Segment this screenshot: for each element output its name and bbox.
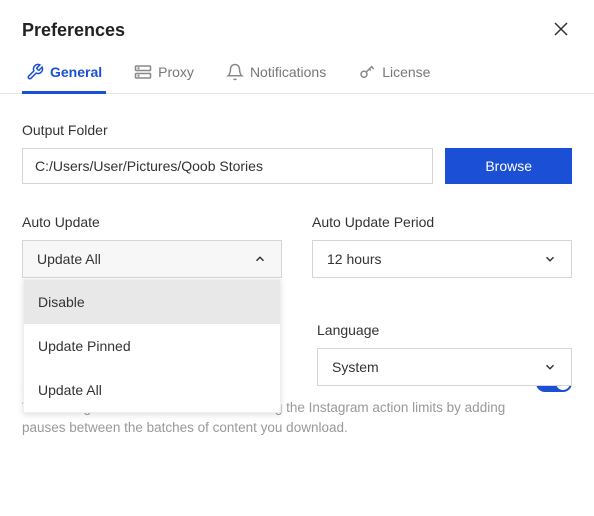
output-folder-label: Output Folder [22,122,572,138]
auto-update-select[interactable]: Update All Disable Update Pinned Update … [22,240,282,278]
language-value: System [332,359,379,375]
output-folder-input[interactable] [22,148,433,184]
close-icon [554,22,568,36]
dropdown-item-update-pinned[interactable]: Update Pinned [24,324,280,368]
wrench-icon [26,63,44,81]
auto-update-period-label: Auto Update Period [312,214,572,230]
auto-update-label: Auto Update [22,214,282,230]
tab-label: General [50,64,102,80]
tab-label: Proxy [158,64,194,80]
browse-button[interactable]: Browse [445,148,572,184]
tab-notifications[interactable]: Notifications [222,53,330,94]
tabs: General Proxy Notifications License [0,53,594,94]
close-button[interactable] [550,18,572,43]
chevron-down-icon [543,252,557,266]
tab-general[interactable]: General [22,53,106,94]
auto-update-dropdown: Disable Update Pinned Update All [23,279,281,413]
key-icon [358,63,376,81]
auto-update-period-value: 12 hours [327,251,381,267]
tab-proxy[interactable]: Proxy [130,53,198,94]
auto-update-value: Update All [37,251,101,267]
tab-label: License [382,64,430,80]
page-title: Preferences [22,20,125,41]
tab-label: Notifications [250,64,326,80]
dropdown-item-update-all[interactable]: Update All [24,368,280,412]
tab-license[interactable]: License [354,53,434,94]
bell-icon [226,63,244,81]
server-icon [134,63,152,81]
language-select[interactable]: System [317,348,572,386]
chevron-down-icon [543,360,557,374]
dropdown-item-disable[interactable]: Disable [24,280,280,324]
language-label: Language [317,322,572,338]
chevron-up-icon [253,252,267,266]
auto-update-period-select[interactable]: 12 hours [312,240,572,278]
